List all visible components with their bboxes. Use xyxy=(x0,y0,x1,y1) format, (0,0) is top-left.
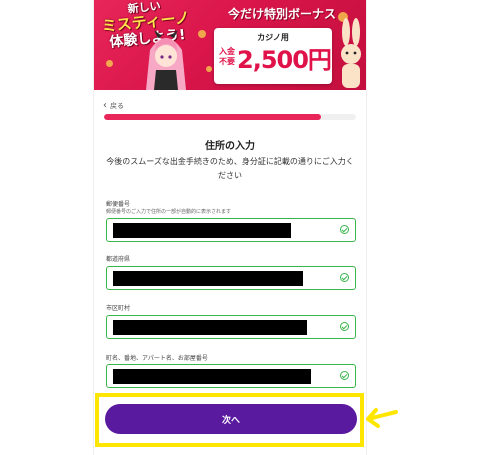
coin-decoration xyxy=(198,30,206,38)
prefecture-field[interactable] xyxy=(106,266,356,290)
form-description: 今後のスムーズな出金手続きのため、身分証に記載の通りにご入力ください xyxy=(106,157,354,180)
prize-card: カジノ用 入金 不要 2,500円 xyxy=(214,28,332,84)
postal-code-field[interactable] xyxy=(106,218,356,242)
next-button[interactable]: 次へ xyxy=(105,404,357,434)
redacted-value xyxy=(113,271,303,286)
check-circle-icon xyxy=(340,273,349,282)
prize-amount: 2,500円 xyxy=(237,46,332,74)
progress-bar xyxy=(104,114,356,120)
signup-panel: 新しい ミスティーノ 体験しよう! 今だけ特別ボーナス カジノ用 入金 不要 2… xyxy=(93,0,367,455)
redacted-value xyxy=(113,223,291,238)
promo-banner[interactable]: 新しい ミスティーノ 体験しよう! 今だけ特別ボーナス カジノ用 入金 不要 2… xyxy=(94,0,366,90)
postal-code-hint: 郵便番号のご入力で住所の一部が自動的に表示されます xyxy=(106,209,232,215)
redacted-value xyxy=(113,320,307,335)
coin-decoration xyxy=(106,60,113,67)
postal-code-label: 郵便番号 xyxy=(106,201,131,208)
no-deposit-badge: 入金 不要 xyxy=(219,47,235,67)
progress-fill xyxy=(104,114,321,120)
city-label: 市区町村 xyxy=(106,305,131,312)
mascot-illustration xyxy=(146,30,186,90)
prize-caption: カジノ用 xyxy=(257,33,289,42)
check-circle-icon xyxy=(340,371,349,380)
check-circle-icon xyxy=(340,225,349,234)
back-label: 戻る xyxy=(110,102,124,110)
chevron-left-icon: ‹ xyxy=(103,100,107,111)
no-deposit-line-2: 不要 xyxy=(219,57,235,66)
city-field[interactable] xyxy=(106,315,356,339)
street-address-field[interactable] xyxy=(106,364,356,388)
redacted-value xyxy=(113,369,311,384)
bunny-illustration xyxy=(341,18,361,88)
no-deposit-line-1: 入金 xyxy=(219,47,235,56)
prefecture-label: 都道府県 xyxy=(106,256,131,263)
coin-decoration xyxy=(206,66,212,72)
check-circle-icon xyxy=(340,322,349,331)
page-title: 住所の入力 xyxy=(205,141,255,152)
street-address-label: 町名、番地、アパート名、お部屋番号 xyxy=(106,355,208,362)
arrow-left-icon xyxy=(366,408,398,428)
back-link[interactable]: ‹ 戻る xyxy=(103,100,124,112)
